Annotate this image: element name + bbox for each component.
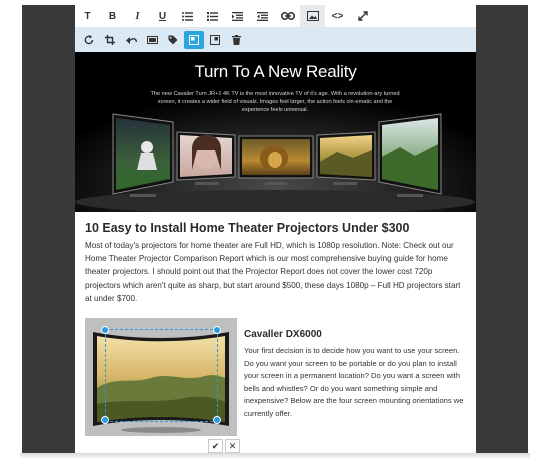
resize-handle-bottom-left[interactable] bbox=[101, 416, 109, 424]
product-title: Cavaller DX6000 bbox=[244, 329, 322, 340]
bulleted-list-icon bbox=[182, 11, 193, 21]
fullscreen-button[interactable] bbox=[350, 5, 375, 27]
banner-description: The new Cavalier Turn JR+1 4K TV is the … bbox=[150, 91, 400, 113]
text-style-button[interactable]: T bbox=[75, 5, 100, 27]
bold-button[interactable]: B bbox=[100, 5, 125, 27]
editor-document[interactable]: T B I U <> Turn To A New Reality The new… bbox=[75, 5, 476, 453]
fullscreen-icon bbox=[357, 11, 368, 21]
outdent-button[interactable] bbox=[250, 5, 275, 27]
hero-banner[interactable]: Turn To A New Reality The new Cavalier T… bbox=[75, 52, 476, 212]
check-icon: ✔ bbox=[211, 440, 220, 451]
formatting-toolbar: T B I U <> bbox=[75, 5, 476, 28]
trash-icon bbox=[231, 35, 241, 45]
frame-button[interactable] bbox=[142, 31, 162, 49]
frame-icon bbox=[146, 36, 158, 44]
link-button[interactable] bbox=[275, 5, 300, 27]
article-paragraph: Most of today's projectors for home thea… bbox=[85, 241, 461, 303]
product-description: Your first decision is to decide how you… bbox=[244, 346, 464, 418]
rotate-icon bbox=[84, 35, 94, 45]
code-button[interactable]: <> bbox=[325, 5, 350, 27]
align-left-icon bbox=[189, 35, 199, 45]
tag-icon bbox=[168, 35, 178, 45]
code-icon: <> bbox=[331, 10, 344, 22]
align-right-icon bbox=[210, 35, 220, 45]
bold-icon: B bbox=[108, 10, 117, 22]
text-style-icon: T bbox=[84, 10, 91, 22]
image-action-buttons: ✔ ✕ bbox=[208, 439, 240, 453]
outdent-icon bbox=[257, 11, 268, 21]
tag-button[interactable] bbox=[163, 31, 183, 49]
numbered-list-button[interactable] bbox=[200, 5, 225, 27]
crop-button[interactable] bbox=[100, 31, 120, 49]
frame-shadow bbox=[20, 453, 530, 459]
align-right-button[interactable] bbox=[205, 31, 225, 49]
image-button[interactable] bbox=[300, 5, 325, 27]
delete-button[interactable] bbox=[226, 31, 246, 49]
image-toolbar bbox=[75, 28, 476, 52]
image-selection-box[interactable] bbox=[105, 329, 218, 422]
link-icon bbox=[280, 12, 295, 20]
banner-title: Turn To A New Reality bbox=[194, 62, 357, 81]
bulleted-list-button[interactable] bbox=[175, 5, 200, 27]
italic-button[interactable]: I bbox=[125, 5, 150, 27]
close-icon: ✕ bbox=[228, 440, 237, 451]
resize-handle-top-right[interactable] bbox=[213, 326, 221, 334]
selected-image[interactable] bbox=[85, 318, 237, 436]
article-heading: 10 Easy to Install Home Theater Projecto… bbox=[85, 221, 410, 235]
italic-icon: I bbox=[135, 10, 140, 22]
confirm-button[interactable]: ✔ bbox=[208, 439, 223, 453]
rotate-button[interactable] bbox=[79, 31, 99, 49]
flip-button[interactable] bbox=[121, 31, 141, 49]
resize-handle-bottom-right[interactable] bbox=[213, 416, 221, 424]
underline-icon: U bbox=[158, 10, 167, 22]
indent-button[interactable] bbox=[225, 5, 250, 27]
crop-icon bbox=[105, 35, 115, 45]
align-left-button[interactable] bbox=[184, 31, 204, 49]
cancel-button[interactable]: ✕ bbox=[225, 439, 240, 453]
resize-handle-top-left[interactable] bbox=[101, 326, 109, 334]
underline-button[interactable]: U bbox=[150, 5, 175, 27]
numbered-list-icon bbox=[207, 11, 218, 21]
indent-icon bbox=[232, 11, 243, 21]
image-icon bbox=[306, 11, 319, 21]
flip-icon bbox=[125, 36, 137, 44]
